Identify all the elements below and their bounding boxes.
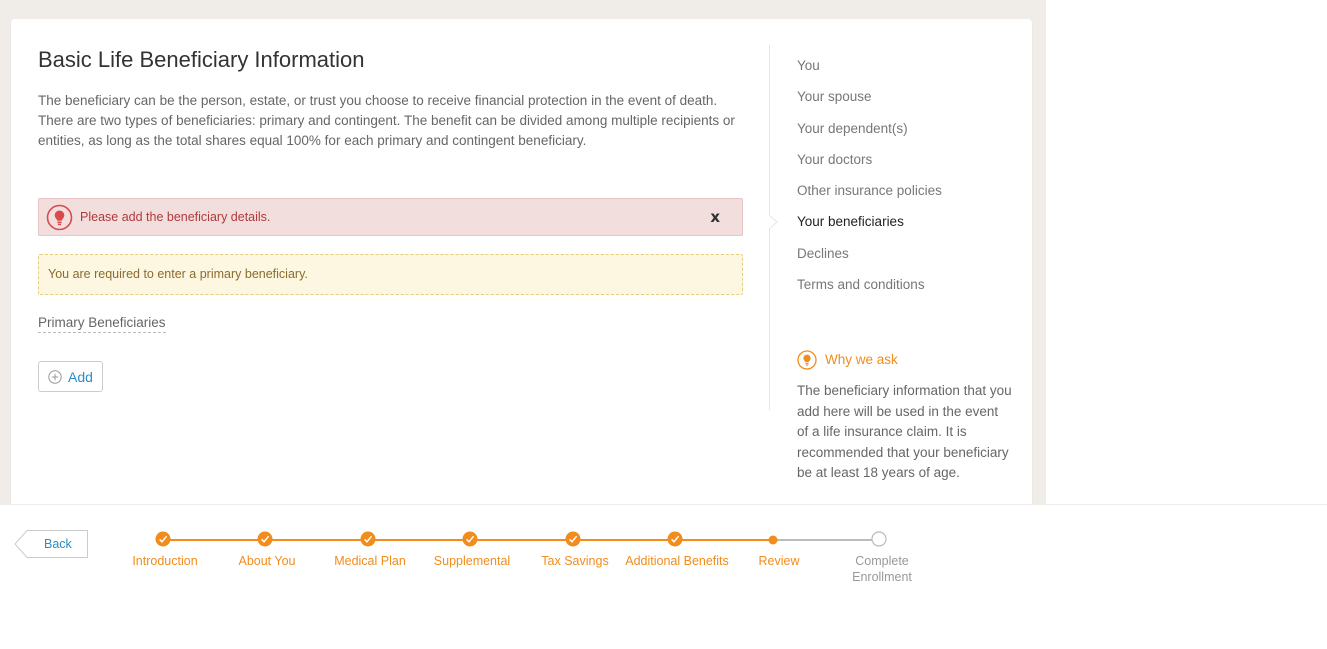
- close-alert-button[interactable]: x: [710, 208, 720, 226]
- step-label: Introduction: [132, 554, 198, 568]
- back-button[interactable]: Back: [14, 530, 88, 558]
- check-icon: [257, 531, 273, 547]
- intro-text: The beneficiary can be the person, estat…: [38, 93, 735, 148]
- side-nav-item-other-insurance[interactable]: Other insurance policies: [797, 182, 942, 213]
- why-we-ask-body: The beneficiary information that you add…: [797, 383, 1012, 480]
- side-nav-item-spouse[interactable]: Your spouse: [797, 88, 942, 119]
- check-icon: [462, 531, 478, 547]
- error-alert: Please add the beneficiary details. x: [38, 198, 743, 236]
- plus-circle-icon: [48, 370, 62, 384]
- current-step-dot-icon: [768, 535, 778, 545]
- check-icon: [155, 531, 171, 547]
- step-label: Complete Enrollment: [852, 554, 912, 584]
- progress-footer: Back Introduction About You Medical Plan…: [0, 504, 1327, 649]
- active-nav-caret: [769, 215, 778, 229]
- side-nav-item-dependents[interactable]: Your dependent(s): [797, 120, 942, 151]
- check-icon: [667, 531, 683, 547]
- page-title: Basic Life Beneficiary Information: [38, 47, 365, 72]
- pending-step-circle-icon: [871, 531, 887, 547]
- error-alert-text: Please add the beneficiary details.: [80, 210, 271, 224]
- why-we-ask-header: Why we ask: [797, 350, 1012, 372]
- step-label: Additional Benefits: [625, 554, 729, 568]
- why-we-ask-title: Why we ask: [825, 352, 898, 367]
- side-nav-item-terms[interactable]: Terms and conditions: [797, 276, 942, 307]
- content-card: Basic Life Beneficiary Information The b…: [11, 19, 1032, 504]
- side-nav: You Your spouse Your dependent(s) Your d…: [797, 57, 942, 307]
- step-label: Supplemental: [433, 554, 511, 568]
- add-beneficiary-button[interactable]: Add: [38, 361, 103, 392]
- back-button-label: Back: [44, 537, 72, 551]
- step-label: About You: [238, 554, 296, 568]
- step-label: Medical Plan: [334, 554, 406, 568]
- check-icon: [565, 531, 581, 547]
- lightbulb-icon: [797, 350, 817, 370]
- warning-alert: You are required to enter a primary bene…: [38, 254, 743, 295]
- side-nav-item-declines[interactable]: Declines: [797, 245, 942, 276]
- warning-alert-text: You are required to enter a primary bene…: [48, 267, 308, 281]
- side-nav-item-you[interactable]: You: [797, 57, 942, 88]
- lightbulb-alert-icon: [46, 204, 73, 231]
- step-label: Tax Savings: [541, 554, 609, 568]
- add-button-label: Add: [68, 369, 93, 385]
- side-nav-item-beneficiaries[interactable]: Your beneficiaries: [797, 213, 942, 244]
- progress-track-pending: [773, 539, 879, 541]
- check-icon: [360, 531, 376, 547]
- side-nav-item-doctors[interactable]: Your doctors: [797, 151, 942, 182]
- primary-beneficiaries-label: Primary Beneficiaries: [38, 315, 166, 333]
- step-label: Review: [758, 554, 800, 568]
- why-we-ask-panel: Why we ask The beneficiary information t…: [797, 350, 1012, 480]
